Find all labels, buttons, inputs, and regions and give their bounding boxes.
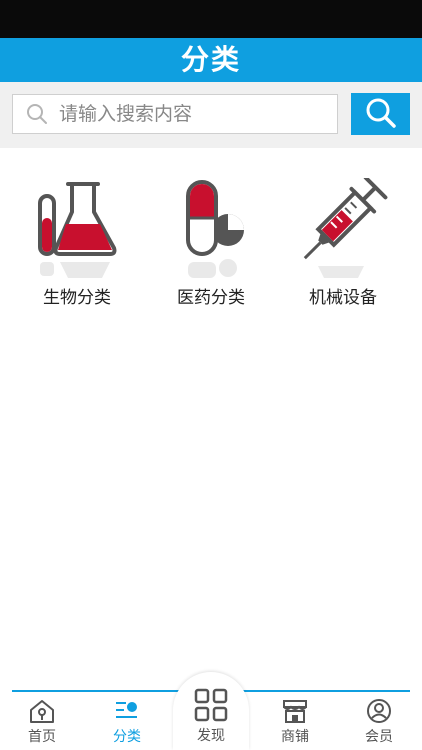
grid-icon: [194, 688, 228, 722]
pill-capsule-icon: [166, 178, 256, 283]
tab-shop[interactable]: 商铺: [265, 698, 325, 750]
tab-label: 商铺: [281, 729, 309, 745]
category-item-equipment[interactable]: 机械设备: [283, 175, 403, 318]
category-list-icon: [113, 698, 141, 724]
search-icon: [25, 102, 49, 126]
search-box[interactable]: [12, 94, 338, 134]
tab-category[interactable]: 分类: [97, 698, 157, 750]
category-label: 医药分类: [177, 288, 245, 308]
shop-icon: [281, 698, 309, 724]
category-label: 机械设备: [309, 288, 377, 308]
user-icon: [365, 698, 393, 724]
tab-home[interactable]: 首页: [12, 698, 72, 750]
search-input[interactable]: [59, 96, 337, 132]
lab-flask-icon: [32, 178, 122, 283]
tab-discover[interactable]: 发现: [173, 672, 249, 750]
tab-label: 会员: [365, 729, 393, 745]
tab-label: 首页: [28, 729, 56, 745]
page-title: 分类: [180, 43, 241, 76]
tab-member[interactable]: 会员: [349, 698, 409, 750]
search-icon: [364, 96, 398, 133]
category-label: 生物分类: [43, 288, 111, 308]
category-item-biology[interactable]: 生物分类: [17, 178, 137, 318]
category-grid: 生物分类 医药分类 机械设备: [0, 148, 422, 318]
category-item-medicine[interactable]: 医药分类: [151, 178, 271, 318]
status-bar: [0, 0, 422, 38]
tab-label: 发现: [197, 728, 225, 744]
search-bar: [0, 82, 422, 148]
syringe-icon: [298, 175, 388, 283]
tab-label: 分类: [113, 729, 141, 745]
home-icon: [28, 698, 56, 724]
search-button[interactable]: [351, 93, 410, 135]
bottom-tab-bar: 首页 分类 发现 商铺 会员: [0, 672, 422, 750]
app-header: 分类: [0, 38, 422, 82]
